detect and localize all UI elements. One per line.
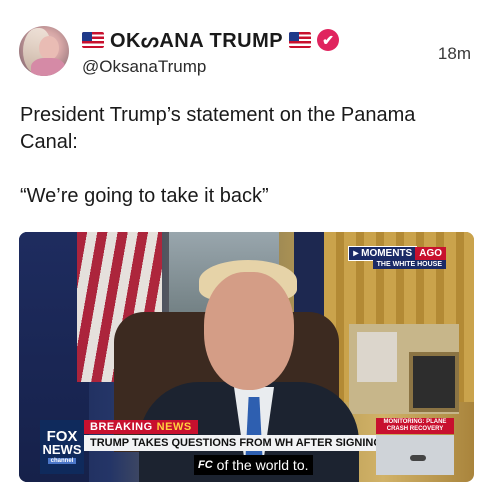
video-photo-frames (349, 324, 459, 414)
ago-label: AGO (415, 246, 446, 260)
news-ticker: TRUMP TAKES QUESTIONS FROM WH AFTER SIGN… (84, 435, 432, 451)
breaking-news-label: NEWS (156, 421, 192, 433)
avatar-shirt (31, 58, 65, 76)
video-media[interactable]: ▸ MOMENTS AGO THE WHITE HOUSE FOX NEWS c… (19, 232, 474, 482)
moments-label: ▸ MOMENTS (348, 245, 418, 261)
author-handle[interactable]: @OksanaTrump (82, 57, 206, 77)
post-text-line: “We’re going to take it back” (20, 185, 269, 207)
post-text: President Trump’s statement on the Panam… (20, 102, 475, 237)
monitoring-line: MONITORING: PLANE (383, 419, 447, 425)
caption-logo: FC (198, 459, 213, 471)
post-text-line: President Trump’s statement on the Panam… (20, 104, 416, 153)
monitoring-line: CRASH RECOVERY (386, 426, 444, 432)
display-name[interactable]: OKᔕANA TRUMP (110, 28, 283, 53)
video-caption: FC of the world to. (194, 455, 313, 475)
breaking-news-banner: BREAKING NEWS (84, 420, 198, 434)
fox-logo-sub: channel (47, 458, 77, 464)
us-flag-icon (82, 32, 104, 48)
fox-logo-bottom: NEWS (42, 442, 82, 457)
monitoring-thumbnail (376, 435, 454, 475)
moments-ago-badge: ▸ MOMENTS AGO (348, 245, 446, 261)
caption-text: of the world to. (216, 457, 309, 473)
post-timestamp[interactable]: 18m (438, 44, 471, 64)
us-flag-icon (289, 32, 312, 48)
avatar[interactable] (19, 26, 69, 76)
avatar-face (39, 36, 59, 60)
breaking-label: BREAKING (90, 421, 153, 433)
video-person-head (204, 272, 294, 390)
monitoring-banner: MONITORING: PLANE CRASH RECOVERY (376, 418, 454, 434)
author-name-row[interactable]: OKᔕANA TRUMP ✔ (82, 27, 340, 53)
post-card[interactable]: OKᔕANA TRUMP ✔ @OksanaTrump 18m Presiden… (0, 0, 493, 500)
verified-badge-icon: ✔ (317, 29, 340, 51)
fox-news-logo: FOX NEWS channel (40, 420, 84, 474)
location-label: THE WHITE HOUSE (372, 260, 446, 269)
